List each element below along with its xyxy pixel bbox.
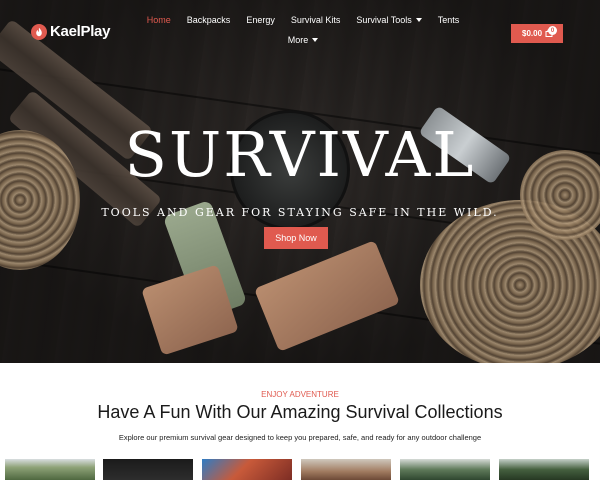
hero-banner: SURVIVAL TOOLS AND GEAR FOR STAYING SAFE… — [0, 0, 600, 363]
collection-card-image[interactable] — [202, 459, 292, 480]
cork-image — [253, 240, 401, 352]
cart-count-badge: 0 — [548, 26, 557, 35]
collection-cards — [5, 459, 595, 480]
flame-logo-icon — [31, 23, 47, 40]
nav-item-label: Survival Kits — [290, 15, 341, 25]
collection-card-image[interactable] — [301, 459, 391, 480]
collection-card-image[interactable] — [400, 459, 490, 480]
section-eyebrow: ENJOY ADVENTURE — [261, 390, 339, 399]
chevron-down-icon — [415, 18, 422, 22]
nav-item-label: Home — [146, 15, 171, 25]
collection-card-image[interactable] — [499, 459, 589, 480]
brand-name: KaelPlay — [50, 23, 111, 40]
collections-section: ENJOY ADVENTURE Have A Fun With Our Amaz… — [0, 363, 600, 480]
hero-subtitle: TOOLS AND GEAR FOR STAYING SAFE IN THE W… — [101, 206, 499, 219]
nav-item-more[interactable]: More — [280, 30, 327, 50]
collection-card-image[interactable] — [5, 459, 95, 480]
section-description: Explore our premium survival gear design… — [118, 433, 482, 442]
shop-now-button[interactable]: Shop Now — [264, 227, 328, 249]
nav-item-survival-kits[interactable]: Survival Kits — [283, 10, 349, 30]
nav-item-survival-tools[interactable]: Survival Tools — [348, 10, 429, 30]
nav-item-label: Energy — [246, 15, 275, 25]
nav-item-label: Tents — [437, 15, 460, 25]
nav-item-home[interactable]: Home — [139, 10, 179, 30]
chevron-down-icon — [312, 38, 319, 42]
brand-logo[interactable]: KaelPlay — [31, 23, 110, 40]
nav-item-label: Survival Tools — [356, 15, 412, 25]
hero-title: SURVIVAL — [124, 118, 476, 191]
nav-item-tents[interactable]: Tents — [430, 10, 468, 30]
collection-card-image[interactable] — [103, 459, 193, 480]
nav-item-energy[interactable]: Energy — [238, 10, 283, 30]
nav-item-backpacks[interactable]: Backpacks — [179, 10, 239, 30]
cart-total: $0.00 — [522, 29, 543, 38]
section-title: Have A Fun With Our Amazing Survival Col… — [97, 402, 503, 422]
main-navigation: Home Backpacks Energy Survival Kits Surv… — [138, 10, 468, 50]
nav-item-label: Backpacks — [186, 15, 231, 25]
nav-item-label: More — [287, 35, 309, 45]
